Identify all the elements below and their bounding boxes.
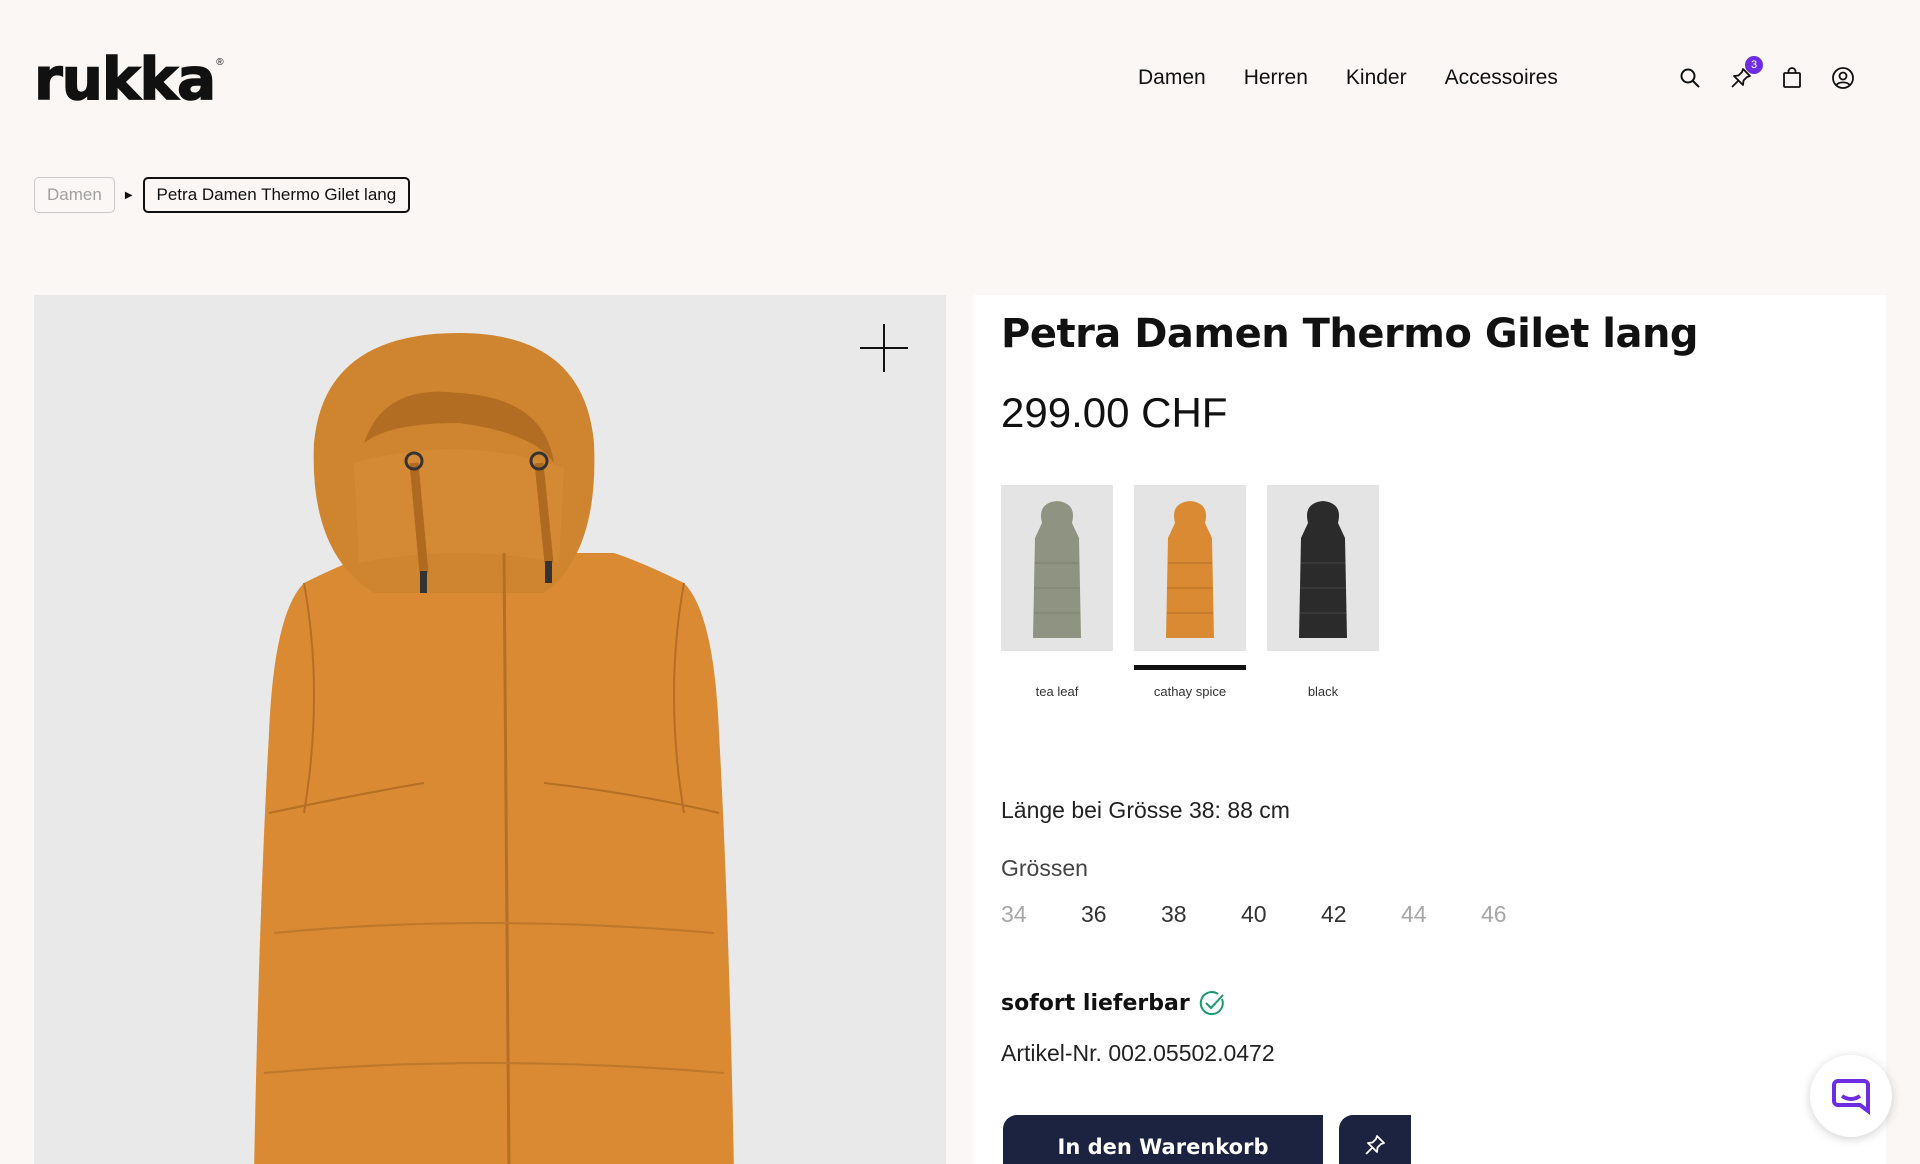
product-title: Petra Damen Thermo Gilet lang: [1001, 311, 1699, 357]
nav-item-herren[interactable]: Herren: [1244, 66, 1308, 90]
size-option-46[interactable]: 46: [1481, 901, 1561, 928]
swatch-label: black: [1307, 684, 1339, 699]
swatch-selected-indicator: [1134, 665, 1246, 670]
breadcrumb: Damen ▶ Petra Damen Thermo Gilet lang: [34, 177, 411, 213]
chat-bubble-icon: [1832, 1079, 1870, 1115]
color-swatch-cathay-spice[interactable]: cathay spice: [1134, 485, 1246, 699]
size-option-36[interactable]: 36: [1081, 901, 1161, 928]
add-to-wishlist-button[interactable]: [1339, 1115, 1411, 1164]
product-info-panel: Petra Damen Thermo Gilet lang 299.00 CHF…: [974, 295, 1886, 1164]
user-icon[interactable]: [1831, 66, 1855, 90]
wishlist-button[interactable]: 3: [1729, 56, 1763, 90]
article-number: Artikel-Nr. 002.05502.0472: [1001, 1040, 1275, 1066]
logo-registered-mark: ®: [216, 57, 224, 68]
swatch-underline: [1267, 665, 1379, 670]
color-swatch-black[interactable]: black: [1267, 485, 1379, 699]
size-option-40[interactable]: 40: [1241, 901, 1321, 928]
zoom-plus-icon[interactable]: [860, 324, 908, 372]
swatch-label: cathay spice: [1153, 684, 1227, 699]
add-to-cart-button[interactable]: In den Warenkorb: [1003, 1115, 1323, 1164]
search-icon[interactable]: [1678, 66, 1702, 90]
size-option-42[interactable]: 42: [1321, 901, 1401, 928]
length-info: Länge bei Grösse 38: 88 cm: [1001, 797, 1290, 823]
pin-icon: [1365, 1135, 1385, 1155]
brand-logo[interactable]: rukka ®: [33, 45, 224, 113]
nav-item-accessoires[interactable]: Accessoires: [1445, 66, 1558, 90]
product-price: 299.00 CHF: [1001, 389, 1228, 436]
color-swatch-tea-leaf[interactable]: tea leaf: [1001, 485, 1113, 699]
size-option-34[interactable]: 34: [1001, 901, 1081, 928]
header-icons: 3: [1678, 56, 1855, 90]
breadcrumb-current: Petra Damen Thermo Gilet lang: [142, 177, 411, 213]
stock-status: sofort lieferbar: [1001, 989, 1226, 1017]
product-image-panel[interactable]: [34, 295, 946, 1164]
size-option-44[interactable]: 44: [1401, 901, 1481, 928]
chevron-right-icon: ▶: [124, 189, 133, 201]
chat-button[interactable]: [1810, 1055, 1892, 1137]
swatch-underline: [1001, 665, 1113, 670]
breadcrumb-parent-link[interactable]: Damen: [34, 177, 115, 213]
stock-status-text: sofort lieferbar: [1001, 990, 1190, 1016]
nav-item-kinder[interactable]: Kinder: [1346, 66, 1407, 90]
swatch-image: [1134, 485, 1246, 651]
shopping-bag-icon[interactable]: [1780, 66, 1804, 90]
sizes-heading: Grössen: [1001, 855, 1088, 881]
product-image: [254, 333, 734, 1164]
check-circle-icon: [1199, 991, 1224, 1016]
swatch-image: [1001, 485, 1113, 651]
swatch-label: tea leaf: [1035, 684, 1079, 699]
size-selector: 34 36 38 40 42 44 46: [1001, 901, 1561, 928]
main-nav: Damen Herren Kinder Accessoires: [1138, 66, 1558, 90]
swatch-image: [1267, 485, 1379, 651]
nav-item-damen[interactable]: Damen: [1138, 66, 1206, 90]
color-swatches: tea leaf cathay spice black: [1001, 485, 1379, 699]
size-option-38[interactable]: 38: [1161, 901, 1241, 928]
wishlist-count-badge: 3: [1745, 56, 1763, 74]
logo-text: rukka: [33, 45, 217, 113]
